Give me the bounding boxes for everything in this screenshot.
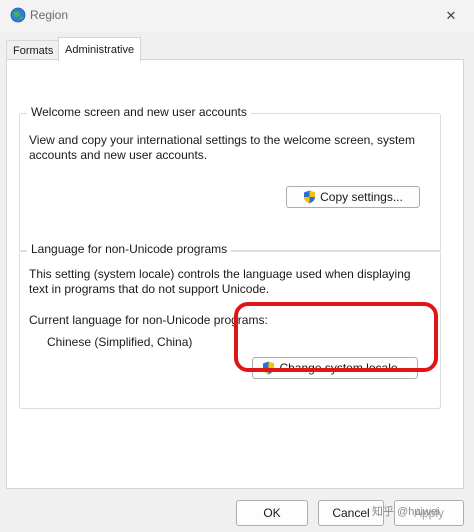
copy-settings-button[interactable]: Copy settings... — [286, 186, 420, 208]
ok-label: OK — [263, 506, 281, 520]
unicode-group: Language for non-Unicode programs This s… — [19, 242, 441, 409]
title-bar: Region ✕ — [0, 0, 474, 32]
welcome-group-title: Welcome screen and new user accounts — [27, 105, 251, 119]
tab-label: Administrative — [65, 43, 135, 56]
administrative-panel: Welcome screen and new user accounts Vie… — [6, 59, 464, 489]
tab-formats[interactable]: Formats — [6, 40, 61, 60]
ok-button[interactable]: OK — [236, 500, 308, 526]
tab-label: Formats — [13, 44, 54, 57]
cancel-label: Cancel — [332, 506, 370, 520]
watermark: 知乎 @huiwei — [372, 506, 440, 518]
tab-administrative[interactable]: Administrative — [58, 37, 142, 62]
change-system-locale-label: Change system locale... — [279, 361, 408, 375]
dialog-client-area: Formats Administrative Welcome screen an… — [0, 32, 474, 532]
globe-icon — [10, 7, 26, 23]
current-language-value: Chinese (Simplified, China) — [47, 335, 193, 349]
unicode-group-title: Language for non-Unicode programs — [27, 242, 232, 256]
close-button[interactable]: ✕ — [428, 0, 474, 32]
current-language-label: Current language for non-Unicode program… — [29, 313, 268, 327]
close-icon: ✕ — [445, 8, 457, 23]
uac-shield-icon — [263, 361, 275, 375]
change-system-locale-button[interactable]: Change system locale... — [252, 357, 418, 379]
copy-settings-label: Copy settings... — [320, 190, 403, 204]
welcome-description: View and copy your international setting… — [29, 133, 415, 162]
unicode-description: This setting (system locale) controls th… — [29, 267, 411, 296]
welcome-group: Welcome screen and new user accounts Vie… — [19, 105, 441, 252]
window-title: Region — [30, 8, 69, 22]
uac-shield-icon — [304, 190, 316, 204]
